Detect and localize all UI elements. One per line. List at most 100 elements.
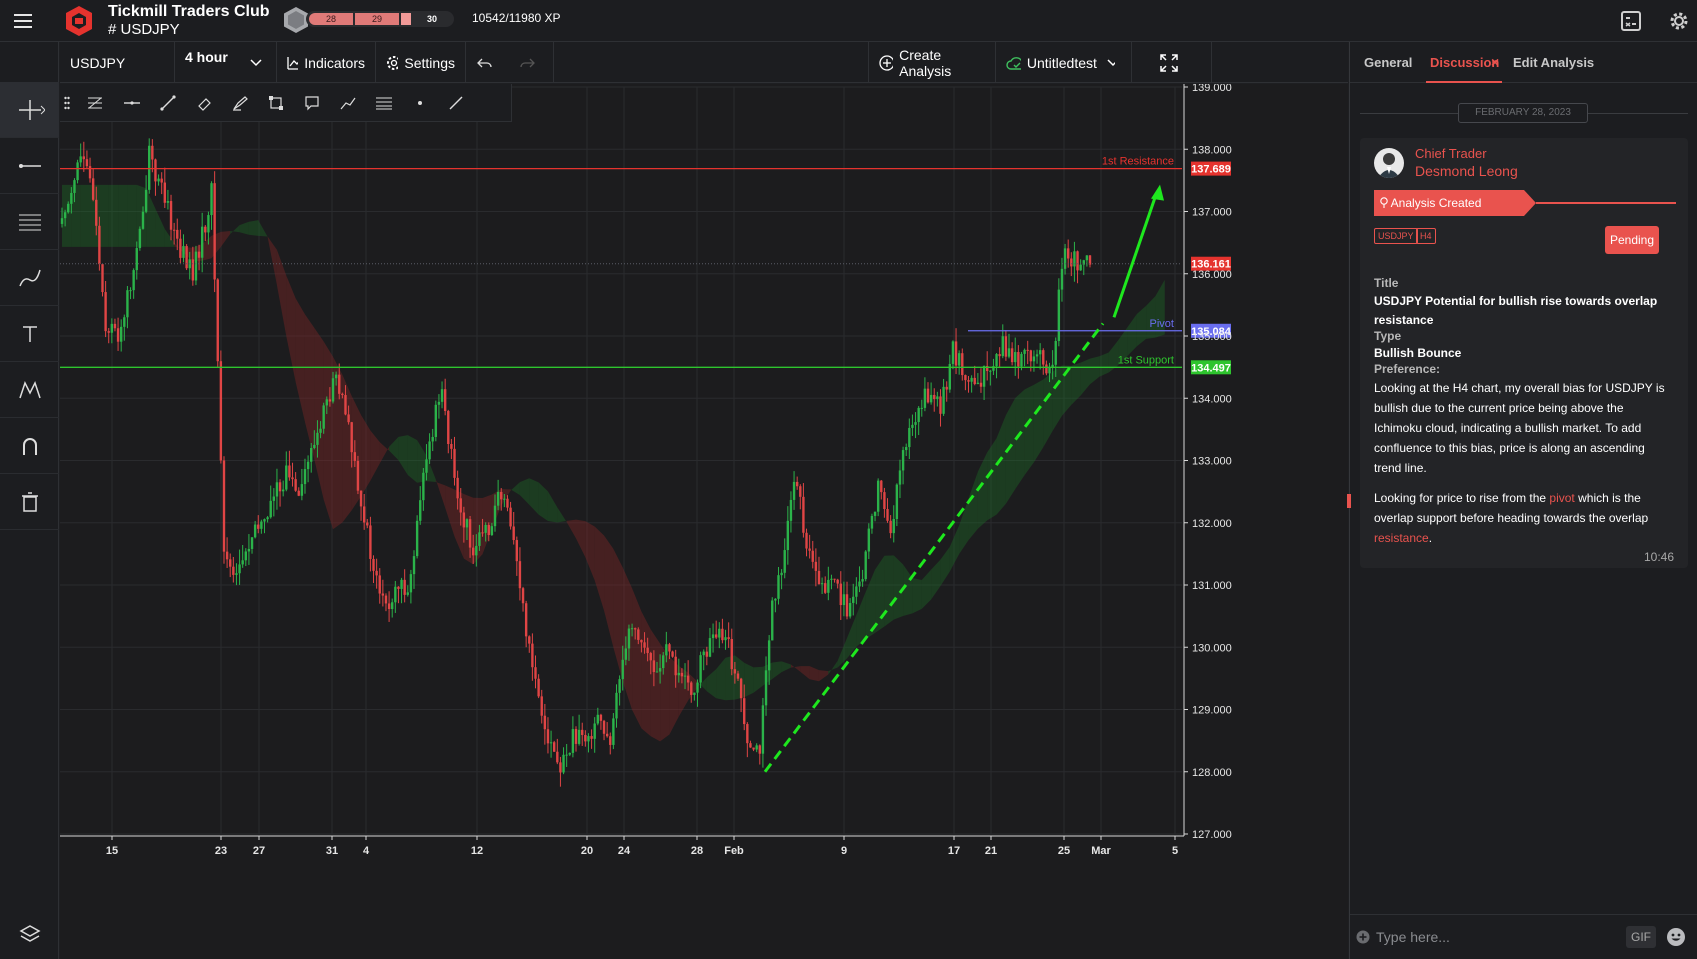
candle-body xyxy=(761,705,765,754)
candle-body xyxy=(325,399,328,406)
candle-body xyxy=(755,745,758,750)
candle-body xyxy=(964,375,967,381)
candle-body xyxy=(621,659,624,680)
pattern-tool[interactable] xyxy=(0,362,59,418)
emoji-icon[interactable] xyxy=(1666,927,1686,947)
candle-body xyxy=(138,228,142,249)
candle-body xyxy=(515,540,519,562)
symbol-selector[interactable]: USDJPY xyxy=(60,42,175,83)
fib-tool[interactable] xyxy=(0,194,59,250)
candle-body xyxy=(973,377,976,385)
candle-body xyxy=(116,328,120,342)
create-analysis-button[interactable]: Create Analysis xyxy=(868,42,996,83)
candle-body xyxy=(524,603,528,637)
gif-button[interactable]: GIF xyxy=(1626,926,1656,948)
text-tool[interactable] xyxy=(0,306,59,362)
candle-body xyxy=(341,393,344,396)
attach-plus-icon[interactable] xyxy=(1356,930,1370,944)
candle-body xyxy=(901,450,905,471)
candle-body xyxy=(300,484,304,496)
delete-drawings-tool[interactable] xyxy=(0,474,59,530)
channel-icon[interactable] xyxy=(364,84,403,122)
candle-body xyxy=(453,448,456,478)
fib-retracement-icon[interactable] xyxy=(75,84,114,122)
candle-body xyxy=(391,602,394,609)
brush-tool[interactable] xyxy=(0,250,59,306)
resistance-highlight: resistance xyxy=(1374,531,1429,545)
candle-body xyxy=(543,715,547,730)
candle-body xyxy=(468,519,472,548)
calculator-icon[interactable] xyxy=(1620,10,1642,32)
horizontal-line-icon[interactable] xyxy=(112,84,151,122)
fullscreen-button[interactable] xyxy=(1132,42,1212,83)
candle-body xyxy=(602,720,606,734)
redo-button[interactable] xyxy=(510,42,554,83)
candle-body xyxy=(151,145,154,160)
undo-button[interactable] xyxy=(466,42,510,83)
author-name[interactable]: Desmond Leong xyxy=(1415,163,1518,179)
highlighter-icon[interactable] xyxy=(220,84,259,122)
gear-icon[interactable] xyxy=(1668,10,1690,32)
dot-icon[interactable] xyxy=(400,84,439,122)
tickmill-logo-icon xyxy=(66,6,92,36)
type-label: Type xyxy=(1374,329,1402,343)
chart-svg[interactable]: 1st Resistance137.689Pivot135.0841st Sup… xyxy=(60,84,1348,959)
candle-body xyxy=(107,331,110,333)
candle-body xyxy=(680,672,684,677)
candle-body xyxy=(95,199,98,226)
candle-body xyxy=(437,401,441,405)
trend-line-icon[interactable] xyxy=(148,84,187,122)
message-input[interactable] xyxy=(1376,927,1576,947)
candle-body xyxy=(257,524,260,529)
fibonacci-icon xyxy=(18,214,41,230)
candle-body xyxy=(406,592,409,595)
candle-body xyxy=(1066,248,1070,259)
indicators-button[interactable]: Indicators xyxy=(277,42,376,83)
layout-name: Untitledtest xyxy=(1026,54,1097,71)
candle-body xyxy=(590,736,593,739)
candle-body xyxy=(462,512,466,528)
drag-handle-icon[interactable] xyxy=(60,84,74,122)
candle-body xyxy=(172,229,176,231)
tab-discussion[interactable]: Discussion xyxy=(1430,55,1499,70)
candle-body xyxy=(297,490,300,496)
close-tab-icon[interactable]: × xyxy=(1491,54,1499,70)
price-chart[interactable]: 1st Resistance 137.689 Pivot 135.084 1st Sup… xyxy=(60,84,1348,959)
candle-body xyxy=(63,212,67,219)
candle-body xyxy=(880,480,883,493)
interval-dropdown[interactable]: 4 hour xyxy=(175,42,277,83)
rectangle-icon[interactable] xyxy=(256,84,295,122)
candle-body xyxy=(384,595,388,604)
candle-body xyxy=(820,583,824,585)
magnet-tool[interactable] xyxy=(0,418,59,474)
candle-body xyxy=(141,211,145,229)
crosshair-tool[interactable] xyxy=(0,82,59,138)
path-icon[interactable] xyxy=(328,84,367,122)
candle-body xyxy=(839,583,842,606)
ichimoku-cloud-segment xyxy=(641,611,651,737)
status-badge[interactable]: Pending xyxy=(1605,226,1659,254)
xp-level-target: 30 xyxy=(426,14,437,24)
candle-body xyxy=(830,578,833,580)
candle-body xyxy=(699,655,702,683)
candle-body xyxy=(344,395,347,415)
panel-resize-handle[interactable] xyxy=(1347,494,1351,508)
candle-body xyxy=(568,752,571,755)
horizontal-ray-tool[interactable] xyxy=(0,138,59,194)
layers-tool[interactable] xyxy=(0,906,59,959)
settings-button[interactable]: Settings xyxy=(376,42,466,83)
eraser-icon[interactable] xyxy=(184,84,223,122)
callout-icon[interactable] xyxy=(292,84,331,122)
tab-general[interactable]: General xyxy=(1364,55,1412,70)
candle-body xyxy=(135,248,138,271)
candle-body xyxy=(633,628,637,630)
tab-edit-analysis[interactable]: Edit Analysis xyxy=(1513,55,1594,70)
candle-body xyxy=(403,579,406,595)
layout-dropdown[interactable]: Untitledtest xyxy=(996,42,1132,83)
message-input-bar: GIF xyxy=(1350,914,1697,959)
candle-body xyxy=(157,178,160,182)
arrow-line-icon[interactable] xyxy=(436,84,475,122)
menu-icon[interactable] xyxy=(10,10,36,32)
candle-body xyxy=(571,729,575,753)
candle-body xyxy=(599,714,603,721)
